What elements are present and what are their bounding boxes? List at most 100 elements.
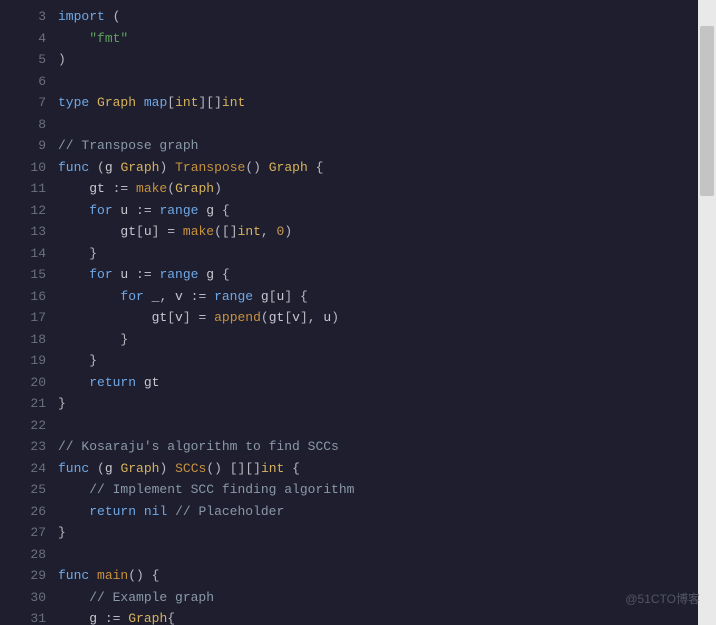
token-punc: ][] — [198, 95, 221, 110]
code-line[interactable]: 24func (g Graph) SCCs() [][]int { — [0, 458, 716, 480]
token-ident — [292, 289, 300, 304]
line-number: 27 — [0, 522, 58, 544]
code-line[interactable]: 17 gt[v] = append(gt[v], u) — [0, 307, 716, 329]
line-content[interactable]: func main() { — [58, 565, 716, 587]
token-kw: nil — [144, 504, 167, 519]
token-ident: v — [292, 310, 300, 325]
token-type: Graph — [128, 611, 167, 625]
token-ident — [58, 246, 89, 261]
code-line[interactable]: 18 } — [0, 329, 716, 351]
line-content[interactable]: for u := range g { — [58, 264, 716, 286]
line-number: 22 — [0, 415, 58, 437]
code-line[interactable]: 15 for u := range g { — [0, 264, 716, 286]
token-punc: ( — [97, 461, 105, 476]
token-ident: g — [58, 611, 105, 625]
line-content[interactable]: return nil // Placeholder — [58, 501, 716, 523]
code-line[interactable]: 14 } — [0, 243, 716, 265]
code-line[interactable]: 21} — [0, 393, 716, 415]
token-punc: { — [222, 203, 230, 218]
line-number: 6 — [0, 71, 58, 93]
line-content[interactable]: type Graph map[int][]int — [58, 92, 716, 114]
line-content[interactable]: ) — [58, 49, 716, 71]
line-content[interactable]: gt[v] = append(gt[v], u) — [58, 307, 716, 329]
line-content[interactable]: for _, v := range g[u] { — [58, 286, 716, 308]
vertical-scrollbar-thumb[interactable] — [700, 26, 714, 196]
code-line[interactable]: 11 gt := make(Graph) — [0, 178, 716, 200]
code-line[interactable]: 29func main() { — [0, 565, 716, 587]
line-content[interactable]: // Kosaraju's algorithm to find SCCs — [58, 436, 716, 458]
token-ident — [136, 95, 144, 110]
code-line[interactable]: 19 } — [0, 350, 716, 372]
line-number: 19 — [0, 350, 58, 372]
code-line[interactable]: 28 — [0, 544, 716, 566]
line-content[interactable]: return gt — [58, 372, 716, 394]
token-kw: func — [58, 568, 89, 583]
code-line[interactable]: 6 — [0, 71, 716, 93]
token-ident: u — [113, 203, 136, 218]
token-ident — [58, 289, 120, 304]
line-content[interactable]: // Example graph — [58, 587, 716, 609]
token-type: int — [222, 95, 245, 110]
line-content[interactable]: } — [58, 350, 716, 372]
line-content[interactable]: gt := make(Graph) — [58, 178, 716, 200]
line-content[interactable]: for u := range g { — [58, 200, 716, 222]
line-content[interactable]: "fmt" — [58, 28, 716, 50]
token-ident — [128, 181, 136, 196]
code-line[interactable]: 3import ( — [0, 6, 716, 28]
token-ident: u — [113, 267, 136, 282]
line-number: 29 — [0, 565, 58, 587]
line-content[interactable]: } — [58, 393, 716, 415]
code-line[interactable]: 7type Graph map[int][]int — [0, 92, 716, 114]
line-number: 16 — [0, 286, 58, 308]
token-punc: [ — [167, 310, 175, 325]
line-content[interactable]: } — [58, 243, 716, 265]
code-line[interactable]: 8 — [0, 114, 716, 136]
token-ident: u — [144, 224, 152, 239]
code-line[interactable]: 25 // Implement SCC finding algorithm — [0, 479, 716, 501]
line-content[interactable]: // Implement SCC finding algorithm — [58, 479, 716, 501]
line-content[interactable]: import ( — [58, 6, 716, 28]
line-number: 21 — [0, 393, 58, 415]
code-editor[interactable]: 3import (4 "fmt"5)67type Graph map[int][… — [0, 0, 716, 625]
token-punc: [ — [136, 224, 144, 239]
line-content[interactable]: func (g Graph) Transpose() Graph { — [58, 157, 716, 179]
token-ident — [144, 568, 152, 583]
line-content[interactable]: } — [58, 329, 716, 351]
code-line[interactable]: 13 gt[u] = make([]int, 0) — [0, 221, 716, 243]
token-ident: g — [105, 461, 121, 476]
token-ident — [206, 310, 214, 325]
code-line[interactable]: 9// Transpose graph — [0, 135, 716, 157]
line-content[interactable]: g := Graph{ — [58, 608, 716, 625]
line-content[interactable]: // Transpose graph — [58, 135, 716, 157]
token-ident: gt — [58, 224, 136, 239]
line-number: 5 — [0, 49, 58, 71]
token-punc: ) — [58, 52, 66, 67]
token-punc: } — [58, 525, 66, 540]
code-line[interactable]: 4 "fmt" — [0, 28, 716, 50]
code-line[interactable]: 31 g := Graph{ — [0, 608, 716, 625]
code-line[interactable]: 23// Kosaraju's algorithm to find SCCs — [0, 436, 716, 458]
code-line[interactable]: 5) — [0, 49, 716, 71]
code-line[interactable]: 26 return nil // Placeholder — [0, 501, 716, 523]
code-line[interactable]: 16 for _, v := range g[u] { — [0, 286, 716, 308]
code-line[interactable]: 27} — [0, 522, 716, 544]
token-punc: ] — [284, 289, 292, 304]
line-content[interactable]: } — [58, 522, 716, 544]
token-punc: ( — [97, 160, 105, 175]
code-line[interactable]: 22 — [0, 415, 716, 437]
token-punc: [ — [167, 95, 175, 110]
line-number: 11 — [0, 178, 58, 200]
code-line[interactable]: 10func (g Graph) Transpose() Graph { — [0, 157, 716, 179]
watermark-label: @51CTO博客 — [625, 590, 700, 607]
line-number: 9 — [0, 135, 58, 157]
token-ident: gt — [58, 310, 167, 325]
token-ident — [222, 461, 230, 476]
code-line[interactable]: 12 for u := range g { — [0, 200, 716, 222]
token-ident — [284, 461, 292, 476]
vertical-scrollbar-track[interactable] — [698, 0, 716, 625]
token-punc: { — [316, 160, 324, 175]
code-line[interactable]: 30 // Example graph — [0, 587, 716, 609]
line-content[interactable]: func (g Graph) SCCs() [][]int { — [58, 458, 716, 480]
line-content[interactable]: gt[u] = make([]int, 0) — [58, 221, 716, 243]
code-line[interactable]: 20 return gt — [0, 372, 716, 394]
